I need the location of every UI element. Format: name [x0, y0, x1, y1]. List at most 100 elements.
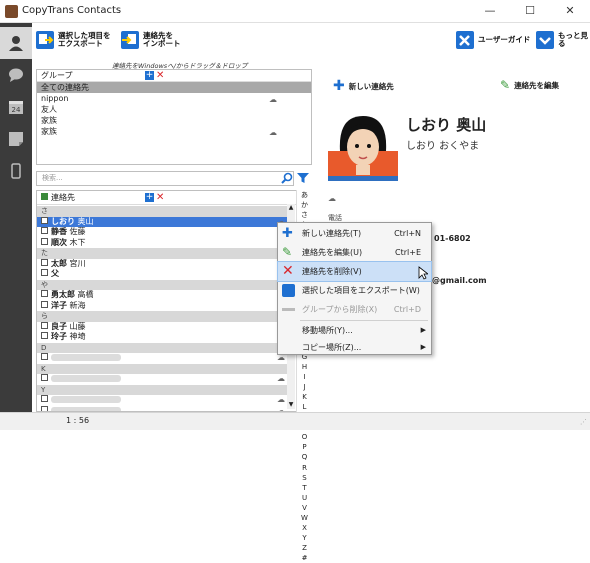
alphabet-index-letter[interactable]: か [297, 200, 312, 210]
close-button[interactable]: ✕ [550, 0, 590, 23]
contact-checkbox[interactable] [41, 216, 48, 224]
sidebar: 24 [0, 23, 32, 412]
group-item-all[interactable]: 全ての連絡先 [37, 82, 311, 93]
contact-checkbox[interactable] [41, 237, 48, 245]
edit-contact-label: 連絡先を編集 [514, 80, 560, 90]
delete-group-icon[interactable]: ✕ [156, 70, 164, 81]
contact-row[interactable]: 順次 木下☁ [37, 237, 287, 249]
alphabet-index-letter[interactable]: あ [297, 190, 312, 200]
groups-header: グループ + ✕ [37, 70, 311, 82]
menu-item-remove-from-group[interactable]: グループから削除(X) Ctrl+D [278, 300, 431, 319]
alphabet-index-letter[interactable]: L [297, 402, 312, 412]
group-item-label: 友人 [41, 105, 57, 114]
add-group-icon[interactable]: + [145, 71, 154, 80]
contact-checkbox[interactable] [41, 374, 48, 381]
contact-checkbox[interactable] [41, 353, 48, 360]
menu-item-delete-contact[interactable]: ✕ 連絡先を削除(V) [277, 261, 432, 282]
import-icon [121, 31, 139, 49]
alphabet-index-letter[interactable]: J [297, 382, 312, 392]
contact-row[interactable]: 静香 佐藤☁ [37, 227, 287, 238]
group-item[interactable]: 家族 ☁ [37, 126, 311, 137]
alphabet-index-letter[interactable]: H [297, 362, 312, 372]
sidebar-notes-button[interactable] [0, 123, 32, 155]
contact-row[interactable]: ☁ [37, 353, 287, 364]
alphabet-index-letter[interactable]: W [297, 513, 312, 523]
user-guide-button[interactable]: ユーザーガイド [456, 28, 530, 52]
group-item-label: 家族 [41, 127, 57, 136]
alphabet-index-letter[interactable]: # [297, 553, 312, 563]
search-input[interactable]: 検索... [36, 171, 294, 186]
maximize-button[interactable]: ☐ [510, 0, 550, 23]
contact-row[interactable]: 太郎 宮川☁ [37, 258, 287, 270]
sidebar-calendar-button[interactable]: 24 [0, 91, 32, 123]
select-all-checkbox[interactable] [41, 193, 48, 200]
resize-grip-icon[interactable]: ⋰ [580, 418, 587, 426]
alphabet-index-letter[interactable]: K [297, 392, 312, 402]
alphabet-index-letter[interactable]: T [297, 483, 312, 493]
edit-contact-button[interactable]: ✎ 連絡先を編集 [500, 78, 559, 92]
contact-first-name: 玲子 [51, 332, 67, 341]
contact-row[interactable]: 勇太郎 高橋☁ [37, 290, 287, 301]
contact-avatar [328, 111, 398, 181]
alphabet-index-letter[interactable]: Q [297, 452, 312, 462]
section-header: さ [37, 206, 287, 217]
alphabet-index-letter[interactable]: O [297, 432, 312, 442]
contact-row[interactable]: ☁ [37, 374, 287, 385]
new-contact-label: 新しい連絡先 [348, 81, 394, 91]
scroll-up-icon[interactable]: ▲ [287, 204, 295, 212]
minimize-button[interactable]: — [470, 0, 510, 23]
sidebar-device-button[interactable] [0, 155, 32, 187]
menu-item-new-contact[interactable]: ✚ 新しい連絡先(T) Ctrl+N [278, 224, 431, 243]
group-item[interactable]: 友人 [37, 104, 311, 115]
more-button[interactable]: もっと見る [536, 28, 590, 52]
contact-checkbox[interactable] [41, 269, 48, 276]
new-contact-button[interactable]: ✚ 新しい連絡先 [333, 78, 394, 94]
alphabet-index-letter[interactable]: Y [297, 533, 312, 543]
contact-checkbox[interactable] [41, 227, 48, 234]
alphabet-index-letter[interactable]: I [297, 372, 312, 382]
alphabet-index-letter[interactable]: S [297, 473, 312, 483]
search-icon[interactable] [281, 172, 293, 184]
contact-row[interactable]: 玲子 神埼☁ [37, 332, 287, 343]
alphabet-index-letter[interactable]: V [297, 503, 312, 513]
contact-row[interactable]: しおり 奥山 ☁ [37, 216, 287, 227]
import-contacts-button[interactable]: 連絡先を インポート [121, 28, 181, 52]
user-guide-label: ユーザーガイド [478, 35, 531, 44]
alphabet-index-letter[interactable]: さ [297, 210, 312, 220]
group-item[interactable]: nippon ☁ [37, 93, 311, 104]
sidebar-messages-button[interactable] [0, 59, 32, 91]
menu-item-export-selected[interactable]: 選択した項目をエクスポート(W) [278, 281, 431, 300]
contact-row[interactable]: 父 ☁ [37, 269, 287, 280]
menu-item-copy-to[interactable]: コピー場所(Z)... ▶ [278, 338, 431, 357]
export-selected-button[interactable]: 選択した項目を エクスポート [36, 28, 111, 52]
contact-checkbox[interactable] [41, 395, 48, 402]
alphabet-index-letter[interactable]: Z [297, 543, 312, 553]
contact-checkbox[interactable] [41, 332, 48, 339]
alphabet-index-letter[interactable]: P [297, 442, 312, 452]
contact-checkbox[interactable] [41, 300, 48, 308]
group-item[interactable]: 家族 [37, 115, 311, 126]
contact-row[interactable]: ☁ [37, 395, 287, 406]
tools-icon [456, 31, 474, 49]
group-item-label: 家族 [41, 116, 57, 125]
sidebar-contacts-button[interactable] [0, 27, 32, 59]
contact-row[interactable]: 良子 山藤☁ [37, 321, 287, 333]
menu-item-shortcut: Ctrl+N [394, 229, 421, 238]
alphabet-index-letter[interactable]: R [297, 463, 312, 473]
scroll-down-icon[interactable]: ▼ [287, 401, 295, 409]
menu-item-label: コピー場所(Z)... [302, 343, 362, 352]
contact-checkbox[interactable] [41, 290, 48, 297]
delete-contact-icon[interactable]: ✕ [156, 192, 164, 203]
export-icon [282, 284, 295, 297]
window-title: CopyTrans Contacts [22, 5, 122, 16]
menu-item-edit-contact[interactable]: ✎ 連絡先を編集(U) Ctrl+E [278, 243, 431, 262]
contact-row[interactable]: 洋子 新海☁ [37, 300, 287, 312]
plus-icon: ✚ [282, 226, 293, 241]
add-contact-icon[interactable]: + [145, 193, 154, 202]
filter-icon[interactable] [297, 172, 309, 184]
alphabet-index-letter[interactable]: X [297, 523, 312, 533]
alphabet-index-letter[interactable]: U [297, 493, 312, 503]
redacted-name [51, 375, 121, 382]
contact-checkbox[interactable] [41, 321, 48, 329]
contact-checkbox[interactable] [41, 258, 48, 266]
